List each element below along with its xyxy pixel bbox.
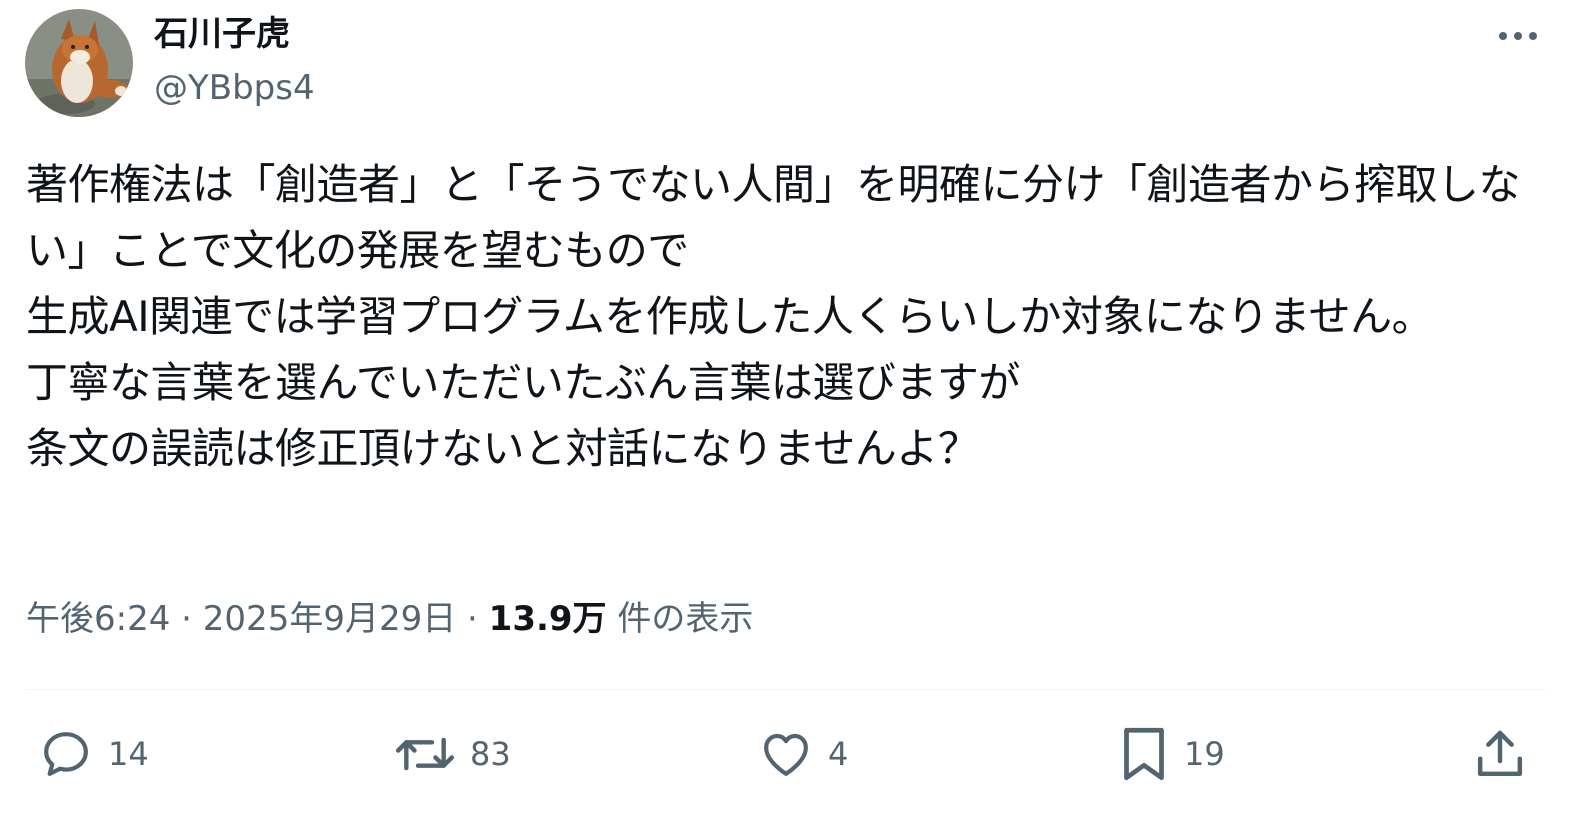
bookmark-button[interactable]: 19: [1118, 724, 1225, 784]
reply-icon: [44, 732, 88, 776]
username-handle[interactable]: @YBbps4: [154, 66, 315, 110]
more-dots-icon: [1499, 32, 1537, 40]
divider: [26, 689, 1546, 690]
share-button[interactable]: [1472, 724, 1528, 784]
tweet-text: 著作権法は「創造者」と「そうでない人間」を明確に分け「創造者から搾取しない」こと…: [26, 160, 1521, 473]
tweet-card: 石川子虎 @YBbps4 著作権法は「創造者」と「そうでない人間」を明確に分け「…: [0, 0, 1596, 827]
reply-count: 14: [108, 735, 149, 773]
views-label: 件の表示: [617, 599, 754, 639]
views-count: 13.9万: [488, 599, 607, 639]
avatar[interactable]: [25, 9, 133, 117]
meta-separator: ·: [467, 599, 478, 639]
meta-separator: ·: [181, 599, 192, 639]
fox-avatar-icon: [25, 9, 133, 117]
tweet-time[interactable]: 午後6:24: [26, 599, 170, 639]
heart-icon: [764, 733, 808, 776]
bookmark-icon: [1124, 727, 1164, 781]
display-name[interactable]: 石川子虎: [154, 12, 290, 56]
reply-button[interactable]: 14: [38, 724, 149, 784]
like-button[interactable]: 4: [758, 724, 848, 784]
like-count: 4: [828, 735, 849, 773]
tweet-meta: 午後6:24 · 2025年9月29日 · 13.9万 件の表示: [26, 594, 753, 644]
bookmark-count: 19: [1184, 735, 1225, 773]
repost-icon: [395, 737, 455, 771]
repost-count: 83: [470, 735, 511, 773]
tweet-date[interactable]: 2025年9月29日: [203, 599, 456, 639]
repost-button[interactable]: 83: [394, 724, 511, 784]
more-options-button[interactable]: [1490, 14, 1546, 58]
share-icon: [1477, 730, 1523, 777]
